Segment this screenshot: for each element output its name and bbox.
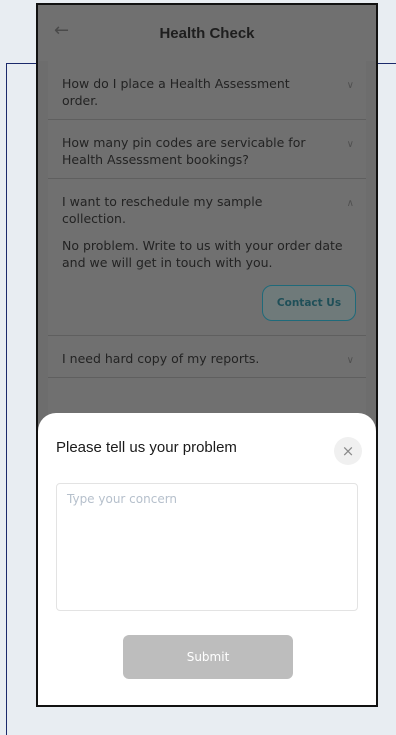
faq-question: How do I place a Health Assessment order… [62, 76, 290, 108]
faq-item-expanded[interactable]: I want to reschedule my sample collectio… [48, 179, 366, 336]
app-header: ← Health Check [38, 5, 376, 61]
arrow-left-icon[interactable]: ← [54, 21, 69, 41]
faq-item[interactable]: How do I place a Health Assessment order… [48, 61, 366, 120]
chevron-down-icon[interactable]: ∨ [347, 352, 354, 369]
concern-input[interactable] [56, 483, 358, 611]
faq-answer: No problem. Write to us with your order … [62, 238, 343, 270]
contact-us-button[interactable]: Contact Us [262, 285, 356, 321]
close-icon[interactable]: × [334, 437, 362, 465]
chevron-up-icon[interactable]: ∧ [347, 195, 354, 212]
faq-question: I want to reschedule my sample collectio… [62, 194, 263, 226]
chevron-down-icon[interactable]: ∨ [347, 136, 354, 153]
sheet-title: Please tell us your problem [56, 439, 237, 456]
chevron-down-icon[interactable]: ∨ [347, 77, 354, 94]
problem-bottom-sheet: Please tell us your problem × Submit [38, 413, 376, 705]
faq-item[interactable]: I need hard copy of my reports. ∨ [48, 336, 366, 378]
submit-button[interactable]: Submit [123, 635, 293, 679]
decorative-line [376, 63, 396, 64]
faq-question: I need hard copy of my reports. [62, 351, 260, 366]
decorative-line [6, 63, 7, 735]
faq-question: How many pin codes are servicable for He… [62, 135, 306, 167]
phone-screen: ← Health Check How do I place a Health A… [36, 3, 378, 707]
page-title: Health Check [159, 24, 255, 42]
faq-item[interactable]: How many pin codes are servicable for He… [48, 120, 366, 179]
contact-row: Contact Us [62, 285, 356, 321]
